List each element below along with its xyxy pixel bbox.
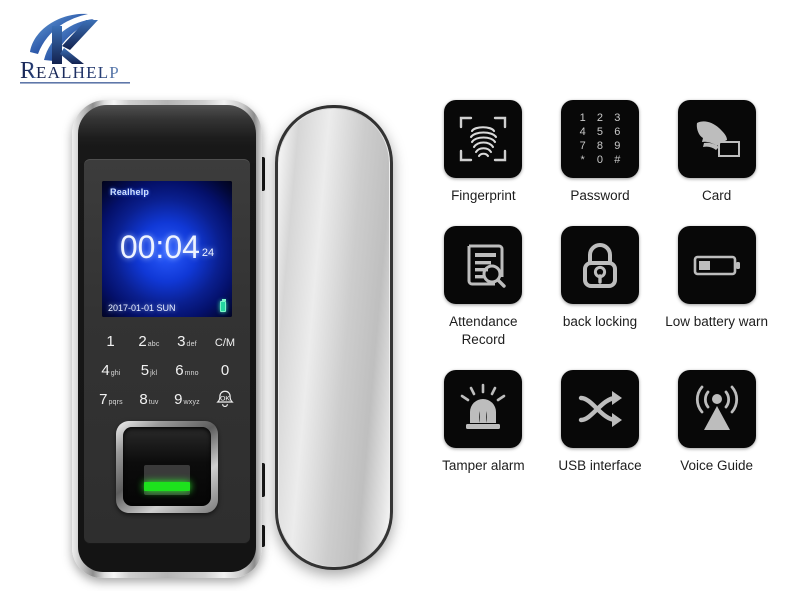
screen-clock: 00:04 24: [102, 229, 232, 266]
key-letters: tuv: [148, 399, 159, 406]
feature-usb-interface: USB interface: [542, 369, 659, 474]
pw-key: 2: [596, 112, 604, 124]
low-battery-icon: [677, 226, 756, 305]
key-digit: OK: [220, 395, 230, 402]
fingerprint-sensor-window: [123, 427, 211, 506]
key-letters: def: [186, 341, 197, 348]
key-6[interactable]: 6mno: [168, 363, 206, 378]
fingerprint-sensor[interactable]: [116, 421, 218, 513]
screen-clock-time: 00:04: [119, 229, 200, 265]
pw-key: 5: [596, 126, 604, 138]
key-2[interactable]: 2abc: [130, 334, 168, 349]
feature-back-locking: back locking: [542, 226, 659, 348]
key-4[interactable]: 4ghi: [92, 363, 130, 378]
screen-date-label: 2017-01-01 SUN: [108, 303, 176, 313]
key-digit: 0: [220, 362, 230, 379]
key-digit: 7: [99, 391, 108, 408]
key-9[interactable]: 9wxyz: [168, 392, 206, 407]
fingerprint-icon: [444, 100, 523, 178]
feature-label: Low battery warn: [665, 314, 769, 330]
key-letters: pqrs: [108, 399, 123, 406]
usb-shuffle-arrows-icon: [560, 369, 639, 448]
pw-key: 9: [614, 140, 621, 152]
key-clear-menu[interactable]: C/M: [206, 334, 244, 349]
key-digit: 3: [177, 333, 186, 350]
attendance-record-icon: [444, 226, 523, 305]
device-keypad[interactable]: 1 2abc 3def C/M 4ghi 5jkl 6mno 0 7pqrs 8…: [92, 327, 244, 415]
pw-key: 8: [596, 140, 604, 152]
feature-label: Password: [570, 188, 630, 203]
screen-battery-icon: [220, 299, 226, 312]
key-digit: 9: [174, 391, 183, 408]
handle-plate-surface: [279, 109, 389, 566]
feature-attendance-record: Attendance Record: [425, 226, 542, 348]
face-gloss-highlight: [78, 105, 256, 165]
key-3[interactable]: 3def: [168, 334, 206, 349]
lock-front-face: Realhelp 00:0424 2017-01-01 SUN 1 2abc: [78, 105, 256, 572]
key-letters: jkl: [150, 370, 158, 377]
feature-password: 1 2 3 4 5 6 7 8 9 * 0 # Password: [542, 100, 659, 204]
key-digit: 2: [138, 333, 147, 350]
key-7[interactable]: 7pqrs: [92, 392, 130, 407]
pw-key: 1: [579, 112, 586, 124]
keypad-row: 1 2abc 3def C/M: [92, 327, 244, 356]
key-digit: 4: [101, 362, 110, 379]
feature-label: Fingerprint: [451, 188, 516, 203]
feature-low-battery: Low battery warn: [658, 226, 775, 348]
password-keypad-grid: 1 2 3 4 5 6 7 8 9 * 0 #: [574, 111, 626, 167]
feature-fingerprint: Fingerprint: [425, 100, 542, 204]
keypad-row: 7pqrs 8tuv 9wxyz OK: [92, 385, 244, 414]
feature-label: USB interface: [558, 457, 642, 473]
feature-card: Card: [658, 100, 775, 204]
logo-mark-icon: R EALHELP: [20, 13, 130, 84]
feature-label: Tamper alarm: [442, 457, 525, 473]
key-letters: ghi: [110, 370, 121, 377]
key-1[interactable]: 1: [92, 334, 130, 349]
key-digit: 8: [139, 391, 148, 408]
product-feature-sheet: R EALHELP Realhelp 00:04 24 2017-01-01 S…: [0, 0, 800, 591]
pw-key: 6: [614, 126, 621, 138]
feature-label: Attendance Record: [449, 314, 518, 347]
key-digit: 6: [175, 362, 184, 379]
lcd-screen: Realhelp 00:04 24 2017-01-01 SUN: [102, 181, 232, 317]
key-digit: C/M: [214, 337, 236, 349]
key-5[interactable]: 5jkl: [130, 363, 168, 378]
screen-brand-label: Realhelp: [110, 187, 150, 197]
padlock-icon: [560, 226, 639, 305]
key-digit: 5: [140, 362, 150, 379]
pw-key: #: [614, 154, 621, 166]
key-letters: mno: [184, 370, 199, 377]
lock-body-chrome-frame: Realhelp 00:0424 2017-01-01 SUN 1 2abc: [72, 100, 262, 578]
feature-label: Voice Guide: [680, 457, 754, 473]
pw-key: *: [580, 154, 585, 166]
key-digit: 1: [106, 333, 115, 350]
pw-key: 4: [579, 126, 586, 138]
feature-label: back locking: [562, 314, 638, 330]
key-bell-ok[interactable]: OK: [206, 389, 244, 411]
realhelp-logo: R EALHELP: [10, 8, 145, 88]
keypad-row: 4ghi 5jkl 6mno 0: [92, 356, 244, 385]
card-swipe-icon: [677, 100, 756, 178]
svg-text:EALHELP: EALHELP: [36, 63, 120, 82]
key-8[interactable]: 8tuv: [130, 392, 168, 407]
voice-guide-broadcast-icon: [677, 369, 756, 448]
pw-key: 7: [579, 140, 586, 152]
feature-label: Card: [702, 188, 732, 203]
tamper-alarm-siren-icon: [444, 369, 523, 448]
door-lock-product-photo: Realhelp 00:0424 2017-01-01 SUN 1 2abc: [60, 95, 410, 585]
pw-key: 0: [596, 154, 604, 166]
key-0[interactable]: 0: [206, 363, 244, 378]
key-letters: wxyz: [183, 399, 200, 406]
svg-text:R: R: [20, 58, 36, 84]
pw-key: 3: [614, 112, 621, 124]
key-letters: abc: [147, 341, 160, 348]
password-keypad-icon: 1 2 3 4 5 6 7 8 9 * 0 #: [560, 100, 639, 178]
fingerprint-status-led: [144, 482, 190, 491]
feature-icon-grid: Fingerprint 1 2 3 4 5 6 7 8 9 * 0 # Pass…: [425, 100, 775, 474]
screen-clock-seconds: 24: [201, 247, 215, 259]
feature-voice-guide: Voice Guide: [658, 369, 775, 474]
bell-ok-icon: OK: [214, 389, 236, 409]
glass-door-handle-plate: [275, 105, 393, 570]
feature-tamper-alarm: Tamper alarm: [425, 369, 542, 474]
